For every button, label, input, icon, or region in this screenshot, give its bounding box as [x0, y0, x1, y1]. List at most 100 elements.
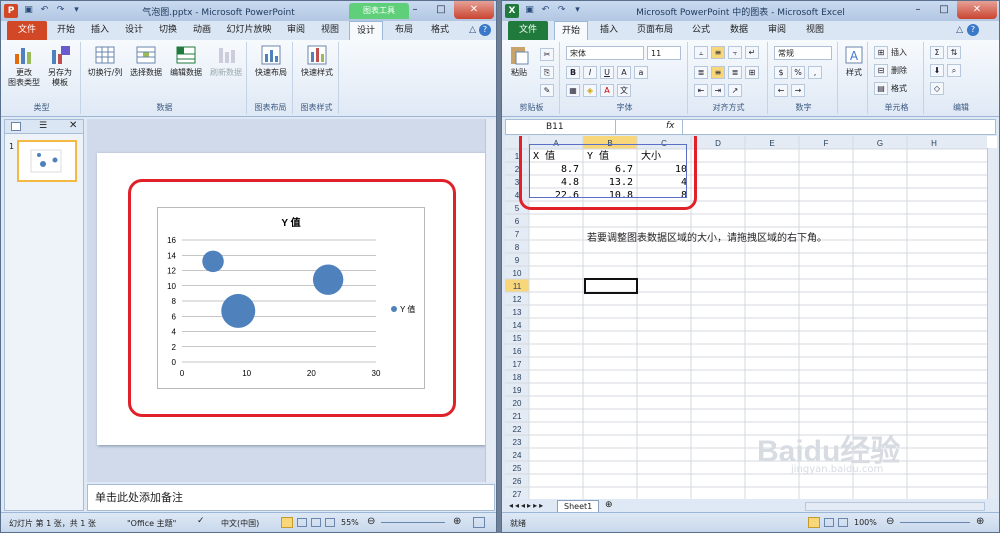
tab-view[interactable]: 视图 [798, 21, 832, 40]
format-cells-button[interactable]: ▤ 格式 [874, 82, 907, 95]
row-header-22[interactable]: 22 [513, 425, 522, 434]
change-chart-type-button[interactable]: 更改 图表类型 [7, 44, 41, 88]
tab-insert[interactable]: 插入 [592, 21, 626, 40]
close-button[interactable]: ✕ [957, 1, 997, 19]
row-header-16[interactable]: 16 [513, 347, 522, 356]
column-header-E[interactable]: E [769, 139, 774, 148]
zoom-out-icon[interactable]: ⊖ [367, 516, 375, 527]
percent-icon[interactable]: % [791, 66, 805, 79]
slide-thumbnail[interactable] [17, 140, 77, 182]
zoom-out-icon[interactable]: ⊖ [886, 516, 894, 527]
delete-cells-button[interactable]: ⊟ 删除 [874, 64, 907, 77]
excel-zoom-level[interactable]: 100% [854, 518, 877, 527]
align-bottom-icon[interactable]: ⫟ [728, 46, 742, 59]
normal-view-icon[interactable] [808, 517, 820, 528]
number-format-combo[interactable]: 常规 [774, 46, 832, 60]
name-box[interactable]: B11 [506, 120, 616, 134]
paste-button[interactable]: 粘贴 [506, 44, 532, 78]
increase-indent-icon[interactable]: ⇥ [711, 84, 725, 97]
tab-data[interactable]: 数据 [722, 21, 756, 40]
sheet-nav-arrows[interactable]: ◂◂◂▸▸▸ [509, 501, 545, 510]
tab-page-layout[interactable]: 页面布局 [630, 21, 680, 40]
row-header-19[interactable]: 19 [513, 386, 522, 395]
cut-icon[interactable]: ✂ [540, 48, 554, 61]
slideshow-view-icon[interactable] [325, 518, 335, 527]
row-header-24[interactable]: 24 [513, 451, 522, 460]
row-header-23[interactable]: 23 [513, 438, 522, 447]
underline-icon[interactable]: U [600, 66, 614, 79]
row-header-10[interactable]: 10 [513, 269, 522, 278]
zoom-in-icon[interactable]: ⊕ [453, 516, 461, 527]
normal-view-icon[interactable] [281, 517, 293, 528]
outline-tab-icon[interactable]: ☰ [39, 121, 47, 131]
row-header-26[interactable]: 26 [513, 477, 522, 486]
close-pane-icon[interactable]: ✕ [69, 120, 77, 131]
slides-tab-icon[interactable] [11, 122, 21, 131]
excel-app-icon[interactable]: X [505, 4, 519, 18]
maximize-button[interactable]: □ [931, 1, 957, 19]
styles-button[interactable]: A 样式 [842, 44, 866, 78]
edit-data-button[interactable]: 编辑数据 [167, 44, 205, 78]
row-header-6[interactable]: 6 [515, 217, 520, 226]
select-data-button[interactable]: 选择数据 [127, 44, 165, 78]
vertical-scrollbar[interactable] [485, 119, 495, 482]
shrink-font-icon[interactable]: a [634, 66, 648, 79]
qat-dropdown-icon[interactable]: ▾ [71, 5, 82, 16]
tab-animations[interactable]: 动画 [187, 21, 217, 40]
zoom-slider[interactable] [381, 522, 445, 523]
insert-function-icon[interactable]: fx [666, 121, 675, 131]
fit-slide-icon[interactable] [473, 517, 485, 528]
powerpoint-app-icon[interactable]: P [4, 4, 18, 18]
tab-home[interactable]: 开始 [51, 21, 81, 40]
save-as-template-button[interactable]: 另存为 模板 [43, 44, 77, 88]
notes-pane[interactable]: 单击此处添加备注 [87, 484, 495, 511]
column-header-D[interactable]: D [715, 139, 721, 148]
borders-icon[interactable]: ▦ [566, 84, 580, 97]
sorter-view-icon[interactable] [297, 518, 307, 527]
undo-icon[interactable]: ↶ [39, 5, 50, 16]
save-icon[interactable]: ▣ [524, 5, 535, 16]
active-cell-b11[interactable] [584, 278, 638, 294]
switch-row-column-button[interactable]: 切换行/列 [85, 44, 125, 78]
tab-insert[interactable]: 插入 [85, 21, 115, 40]
currency-icon[interactable]: $ [774, 66, 788, 79]
grow-font-icon[interactable]: A [617, 66, 631, 79]
reading-view-icon[interactable] [311, 518, 321, 527]
fill-icon[interactable]: ⬇ [930, 64, 944, 77]
font-name-combo[interactable]: 宋体 [566, 46, 644, 60]
tab-file[interactable]: 文件 [7, 21, 47, 40]
qat-dropdown-icon[interactable]: ▾ [572, 5, 583, 16]
page-layout-view-icon[interactable] [824, 518, 834, 527]
row-header-8[interactable]: 8 [515, 243, 520, 252]
row-header-17[interactable]: 17 [513, 360, 522, 369]
spell-check-icon[interactable]: ✓ [197, 516, 205, 526]
tab-slideshow[interactable]: 幻灯片放映 [221, 21, 277, 40]
row-header-25[interactable]: 25 [513, 464, 522, 473]
help-icon[interactable]: ? [479, 24, 491, 36]
slide-canvas[interactable]: Y 值 0 2 4 6 8 10 12 14 16 0 10 20 30 Y 值 [97, 153, 485, 445]
ribbon-minimize-icon[interactable]: △ [469, 25, 476, 35]
undo-icon[interactable]: ↶ [540, 5, 551, 16]
row-header-11[interactable]: 11 [513, 282, 522, 291]
align-center-icon[interactable]: ≡ [711, 66, 725, 79]
phonetic-icon[interactable]: 文 [617, 84, 631, 97]
align-middle-icon[interactable]: ≡ [711, 46, 725, 59]
row-header-27[interactable]: 27 [513, 490, 522, 499]
quick-layout-button[interactable]: 快速布局 [251, 44, 291, 78]
column-header-G[interactable]: G [877, 139, 883, 148]
row-header-15[interactable]: 15 [513, 334, 522, 343]
row-header-20[interactable]: 20 [513, 399, 522, 408]
row-header-13[interactable]: 13 [513, 308, 522, 317]
align-top-icon[interactable]: ⫠ [694, 46, 708, 59]
format-painter-icon[interactable]: ✎ [540, 84, 554, 97]
copy-icon[interactable]: ⎘ [540, 66, 554, 79]
page-break-view-icon[interactable] [838, 518, 848, 527]
zoom-slider[interactable] [900, 522, 970, 523]
font-size-combo[interactable]: 11 [647, 46, 681, 60]
merge-cells-icon[interactable]: ⊞ [745, 66, 759, 79]
bubble-chart[interactable]: Y 值 0 2 4 6 8 10 12 14 16 0 10 20 30 Y 值 [157, 207, 425, 389]
bubble-3[interactable] [312, 264, 344, 295]
horizontal-scrollbar[interactable] [805, 502, 985, 511]
help-icon[interactable]: ? [967, 24, 979, 36]
column-header-F[interactable]: F [824, 139, 829, 148]
